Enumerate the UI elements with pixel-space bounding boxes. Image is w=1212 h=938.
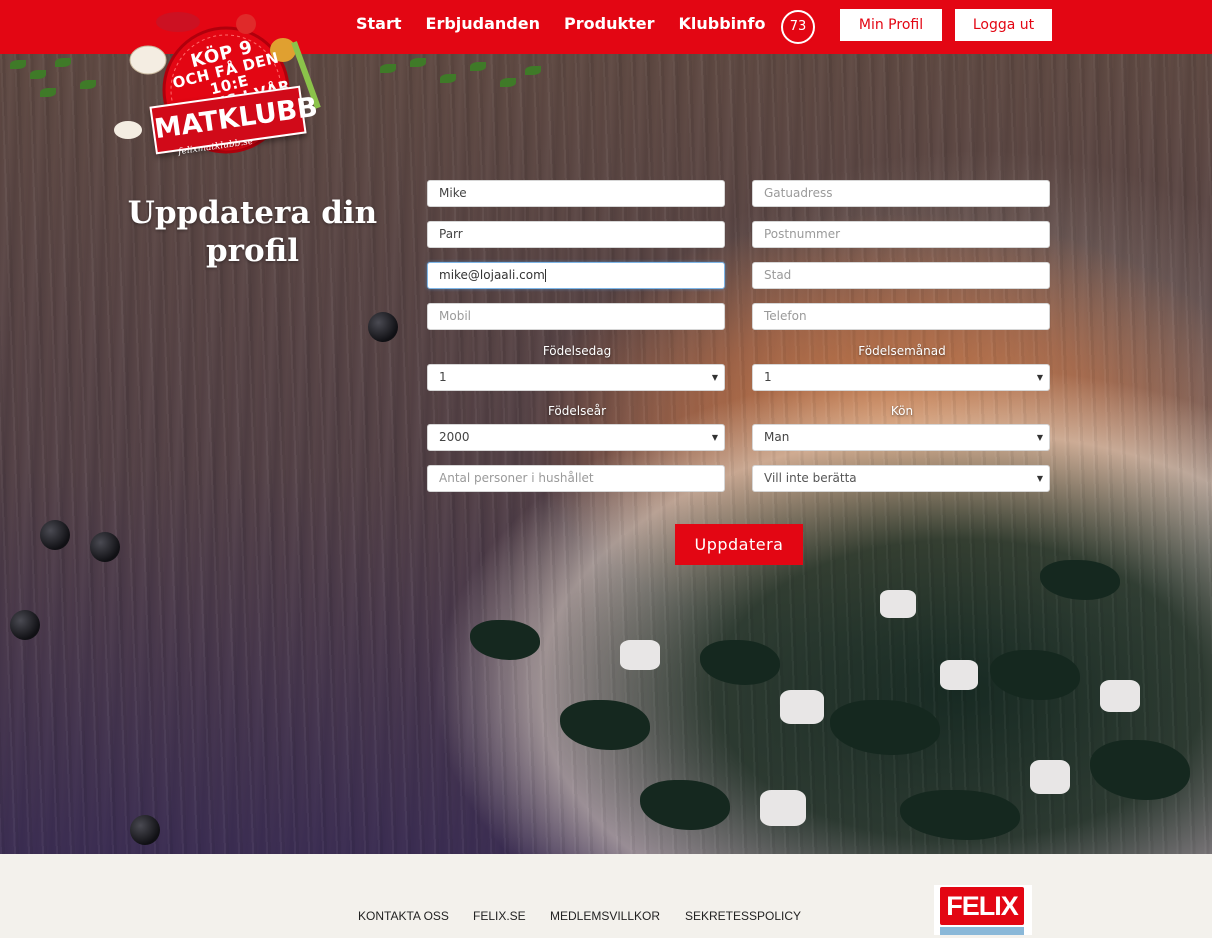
profile-button[interactable]: Min Profil: [840, 9, 942, 41]
points-badge[interactable]: 73: [781, 10, 815, 44]
birth-year-select[interactable]: 2000 ▼: [427, 424, 725, 451]
leaf-icon: [40, 88, 56, 97]
peppercorn: [130, 815, 160, 845]
nav-klubbinfo[interactable]: Klubbinfo: [678, 14, 765, 33]
leaf-icon: [440, 74, 456, 83]
felix-logo-stripe: [940, 927, 1024, 935]
text-caret: [544, 269, 546, 282]
street-field[interactable]: Gatuadress: [752, 180, 1050, 207]
nav-erbjudanden[interactable]: Erbjudanden: [426, 14, 540, 33]
footer-link-felix[interactable]: FELIX.SE: [473, 909, 526, 923]
feta-piece: [880, 590, 916, 618]
birth-year-value: 2000: [439, 430, 470, 444]
phone-field[interactable]: Telefon: [752, 303, 1050, 330]
feta-piece: [1100, 680, 1140, 712]
gender-select[interactable]: Man ▼: [752, 424, 1050, 451]
leaf-icon: [470, 62, 486, 71]
first-name-field[interactable]: Mike: [427, 180, 725, 207]
feta-piece: [1030, 760, 1070, 794]
last-name-field[interactable]: Parr: [427, 221, 725, 248]
household-disclose-value: Vill inte berätta: [764, 471, 857, 485]
peppercorn: [90, 532, 120, 562]
chevron-down-icon: ▼: [1036, 433, 1043, 442]
email-field[interactable]: mike@lojaali.com: [427, 262, 725, 289]
leaf-icon: [500, 78, 516, 87]
main-nav: Start Erbjudanden Produkter Klubbinfo: [344, 14, 778, 33]
household-disclose-select[interactable]: Vill inte berätta ▼: [752, 465, 1050, 492]
birth-month-select[interactable]: 1 ▼: [752, 364, 1050, 391]
footer-link-terms[interactable]: MEDLEMSVILLKOR: [550, 909, 660, 923]
email-value: mike@lojaali.com: [439, 268, 545, 282]
birth-month-value: 1: [764, 370, 772, 384]
logout-button[interactable]: Logga ut: [955, 9, 1052, 41]
leaf-icon: [10, 60, 26, 69]
birth-month-label: Födelsemånad: [858, 344, 946, 358]
chevron-down-icon: ▼: [1036, 373, 1043, 382]
peppercorn: [368, 312, 398, 342]
feta-piece: [760, 790, 806, 826]
feta-piece: [780, 690, 824, 724]
birth-day-value: 1: [439, 370, 447, 384]
birth-day-label: Födelsedag: [542, 344, 612, 358]
felix-logo-text: FELIX: [940, 887, 1024, 925]
chevron-down-icon: ▼: [1036, 474, 1043, 483]
feta-piece: [620, 640, 660, 670]
peppercorn: [40, 520, 70, 550]
leaf-icon: [55, 58, 71, 67]
footer-link-contact[interactable]: KONTAKTA OSS: [358, 909, 449, 923]
chevron-down-icon: ▼: [711, 373, 718, 382]
postal-code-field[interactable]: Postnummer: [752, 221, 1050, 248]
leaf-icon: [525, 66, 541, 75]
page-title: Uppdatera din profil: [127, 195, 378, 269]
leaf-icon: [410, 58, 426, 67]
chevron-down-icon: ▼: [711, 433, 718, 442]
birth-year-label: Födelseår: [547, 404, 607, 418]
gender-value: Man: [764, 430, 790, 444]
leaf-icon: [30, 70, 46, 79]
matklubb-logo[interactable]: KÖP 9 OCH FÅ DEN 10:E GRATIS I VÅR NYA M…: [108, 10, 368, 190]
birth-day-select[interactable]: 1 ▼: [427, 364, 725, 391]
nav-produkter[interactable]: Produkter: [564, 14, 654, 33]
peppercorn: [10, 610, 40, 640]
footer-link-privacy[interactable]: SEKRETESSPOLICY: [685, 909, 801, 923]
leaf-icon: [80, 80, 96, 89]
footer: KONTAKTA OSS FELIX.SE MEDLEMSVILLKOR SEK…: [0, 854, 1212, 938]
city-field[interactable]: Stad: [752, 262, 1050, 289]
leaf-icon: [380, 64, 396, 73]
mobile-field[interactable]: Mobil: [427, 303, 725, 330]
felix-logo[interactable]: FELIX: [934, 885, 1032, 935]
update-button[interactable]: Uppdatera: [675, 524, 803, 565]
household-field[interactable]: Antal personer i hushållet: [427, 465, 725, 492]
feta-piece: [940, 660, 978, 690]
gender-label: Kön: [890, 404, 914, 418]
